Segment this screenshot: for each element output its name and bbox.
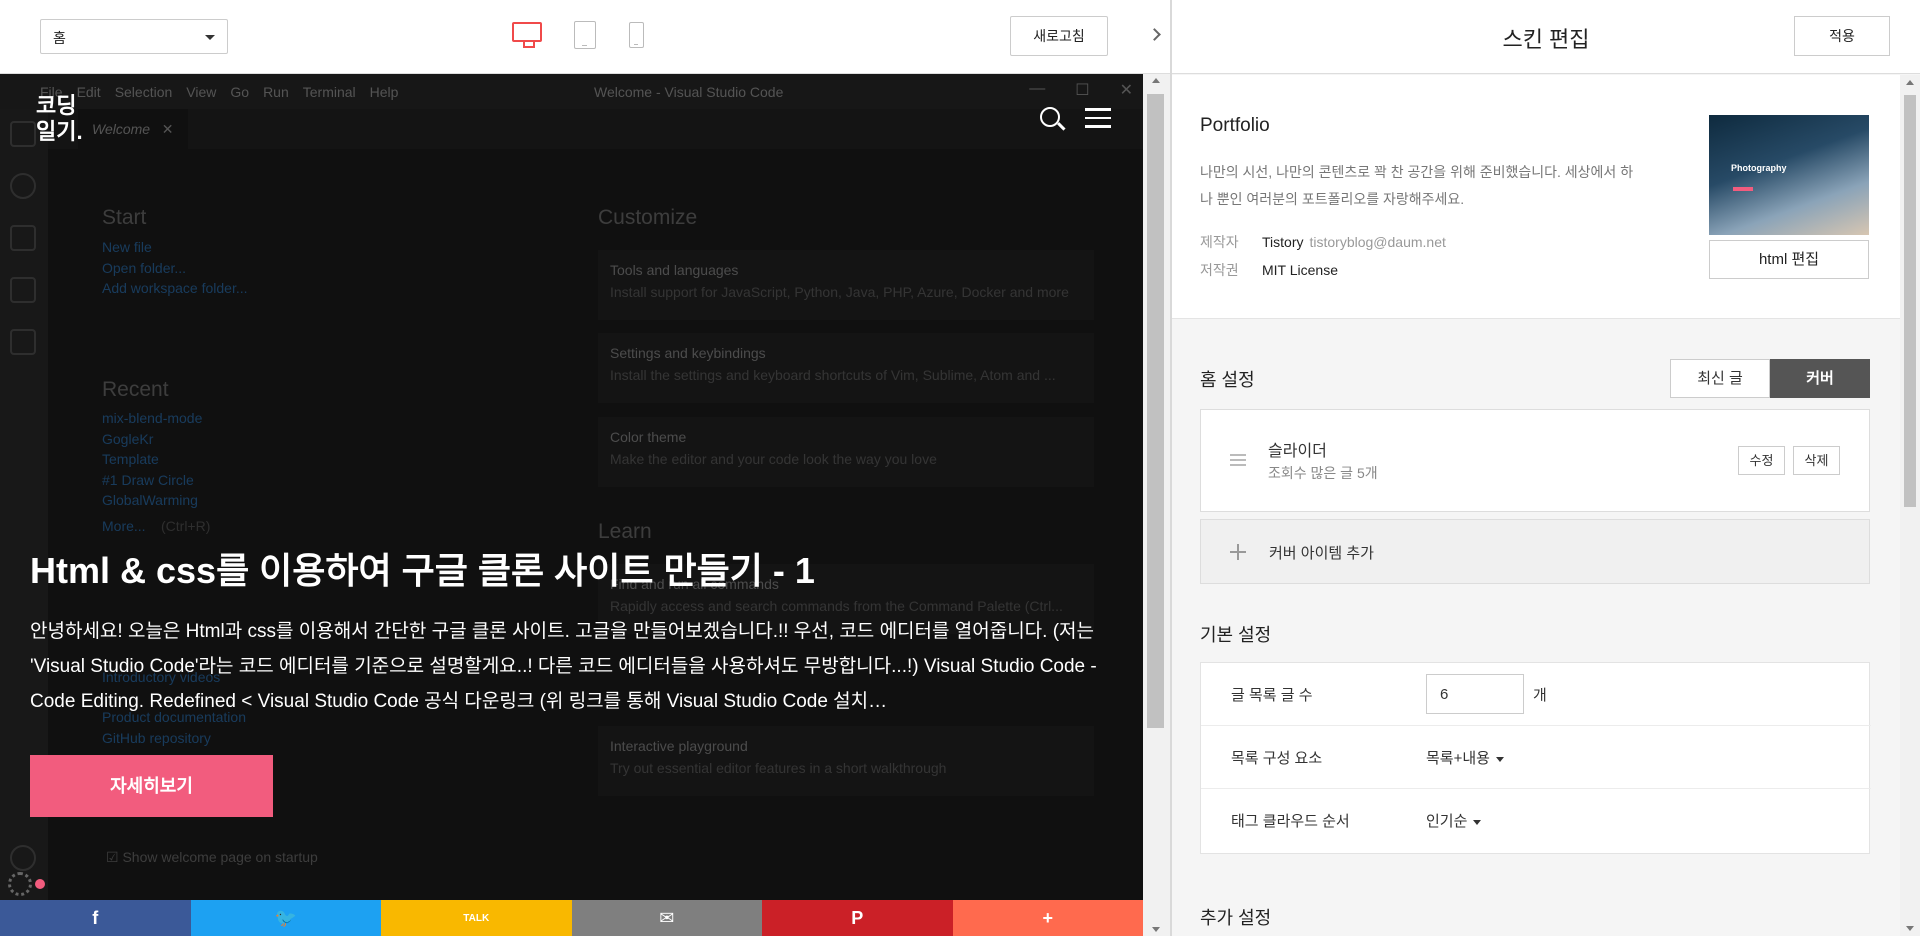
tablet-view-icon[interactable] xyxy=(574,21,596,49)
mobile-view-icon[interactable] xyxy=(629,22,644,48)
list-component-select[interactable]: 목록+내용 xyxy=(1426,747,1504,768)
scroll-up-icon[interactable] xyxy=(1906,80,1914,85)
facebook-icon[interactable]: f xyxy=(0,900,191,936)
panel-scrollbar[interactable] xyxy=(1900,75,1920,936)
cover-item-name: 슬라이더 xyxy=(1268,443,1327,460)
caret-down-icon xyxy=(1495,756,1504,762)
tag-order-label: 태그 클라우드 순서 xyxy=(1231,813,1350,830)
hero-title[interactable]: Html & css를 이용하여 구글 클론 사이트 만들기 - 1 xyxy=(30,542,815,594)
post-count-unit: 개 xyxy=(1533,687,1547,704)
panel-header: 스킨 편집 적용 xyxy=(1172,0,1920,74)
chevron-right-icon xyxy=(1148,28,1161,41)
page-select[interactable]: 홈 xyxy=(40,19,228,54)
skin-name: Portfolio xyxy=(1200,115,1270,136)
tag-order-row: 태그 클라우드 순서 인기순 xyxy=(1201,789,1871,852)
kakaotalk-icon[interactable]: TALK xyxy=(381,900,572,936)
share-bar: f 🐦 TALK ✉ P + xyxy=(0,900,1143,936)
collapse-panel-button[interactable] xyxy=(1141,0,1171,74)
edit-cover-button[interactable]: 수정 xyxy=(1738,446,1785,475)
tab-cover[interactable]: 커버 xyxy=(1770,359,1870,398)
delete-cover-button[interactable]: 삭제 xyxy=(1793,446,1840,475)
home-settings-title: 홈 설정 xyxy=(1200,370,1255,390)
skin-thumbnail: Photography xyxy=(1709,115,1869,235)
skin-info-card: Portfolio 나만의 시선, 나만의 콘텐츠로 꽉 찬 공간을 위해 준비… xyxy=(1172,75,1900,319)
refresh-button[interactable]: 새로고침 xyxy=(1010,16,1108,56)
skin-edit-panel: 스킨 편집 적용 Portfolio 나만의 시선, 나만의 콘텐츠로 꽉 찬 … xyxy=(1172,0,1920,936)
gear-icon xyxy=(8,872,32,896)
tag-order-select[interactable]: 인기순 xyxy=(1426,810,1482,831)
skin-description: 나만의 시선, 나만의 콘텐츠로 꽉 찬 공간을 위해 준비했습니다. 세상에서… xyxy=(1200,164,1634,207)
blog-preview: File Edit Selection View Go Run Terminal Help W… xyxy=(0,74,1143,936)
basic-settings-box: 글 목록 글 수 개 목록 구성 요소 목록+내용 태그 클라우드 순서 인기순 xyxy=(1200,662,1871,854)
post-count-label: 글 목록 글 수 xyxy=(1231,687,1313,704)
preview-toolbar: 홈 새로고침 xyxy=(0,0,1141,74)
more-plus-icon[interactable]: + xyxy=(952,900,1143,936)
add-cover-label: 커버 아이템 추가 xyxy=(1269,545,1374,562)
desktop-view-icon[interactable] xyxy=(512,22,542,48)
apply-button[interactable]: 적용 xyxy=(1794,16,1890,56)
post-count-input[interactable] xyxy=(1426,674,1524,714)
notification-dot xyxy=(35,879,45,889)
scroll-up-icon[interactable] xyxy=(1152,78,1160,83)
html-edit-button[interactable]: html 편집 xyxy=(1709,240,1869,279)
blog-logo-line: 일기. xyxy=(36,119,83,144)
extra-settings-title: 추가 설정 xyxy=(1200,908,1272,928)
cover-item-subtitle: 조회수 많은 글 5개 xyxy=(1268,465,1378,481)
hero-description: 안녕하세요! 오늘은 Html과 css를 이용해서 간단한 구글 클론 사이트… xyxy=(30,621,1097,712)
list-component-label: 목록 구성 요소 xyxy=(1231,750,1323,767)
list-component-row: 목록 구성 요소 목록+내용 xyxy=(1201,726,1871,789)
search-icon[interactable] xyxy=(1040,107,1060,127)
blog-logo-line: 코딩 xyxy=(36,93,77,118)
hamburger-menu-icon[interactable] xyxy=(1085,108,1111,128)
twitter-icon[interactable]: 🐦 xyxy=(190,900,381,936)
scroll-down-icon[interactable] xyxy=(1906,926,1914,931)
home-mode-toggle: 최신 글 커버 xyxy=(1670,359,1870,398)
tab-latest-posts[interactable]: 최신 글 xyxy=(1670,359,1770,398)
scroll-down-icon[interactable] xyxy=(1152,927,1160,932)
caret-down-icon xyxy=(1473,819,1482,825)
scrollbar-thumb[interactable] xyxy=(1904,95,1916,507)
skin-license-row: 저작권 MIT License xyxy=(1200,262,1338,278)
caret-down-icon xyxy=(205,35,215,40)
add-cover-item-button[interactable]: 커버 아이템 추가 xyxy=(1200,519,1870,584)
post-count-row: 글 목록 글 수 개 xyxy=(1201,663,1871,726)
plus-icon xyxy=(1230,544,1246,560)
blog-logo[interactable]: 코딩 일기. xyxy=(36,93,83,145)
pinterest-icon[interactable]: P xyxy=(762,900,953,936)
preview-scrollbar[interactable] xyxy=(1143,74,1170,936)
basic-settings-title: 기본 설정 xyxy=(1200,625,1272,645)
scrollbar-thumb[interactable] xyxy=(1147,94,1164,728)
read-more-button[interactable]: 자세히보기 xyxy=(30,755,273,817)
cover-item: 슬라이더 조회수 많은 글 5개 수정 삭제 xyxy=(1200,409,1870,512)
drag-handle-icon[interactable] xyxy=(1230,454,1246,468)
page-select-value: 홈 xyxy=(53,30,66,46)
mail-icon[interactable]: ✉ xyxy=(571,900,762,936)
skin-maker-row: 제작자 Tistory tistoryblog@daum.net xyxy=(1200,234,1446,250)
